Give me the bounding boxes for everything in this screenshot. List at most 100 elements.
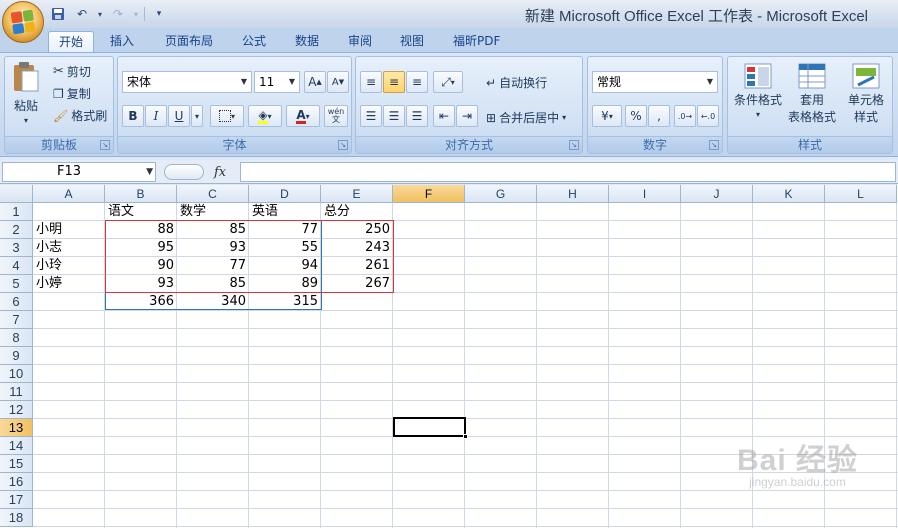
tab-foxit-pdf[interactable]: 福昕PDF <box>443 31 510 52</box>
cell-d5[interactable]: 89 <box>249 275 321 293</box>
row-header-7[interactable]: 7 <box>0 311 33 329</box>
row-header-2[interactable]: 2 <box>0 221 33 239</box>
cell-d1[interactable]: 英语 <box>249 203 321 221</box>
redo-dropdown-icon[interactable]: ▾ <box>132 5 140 23</box>
increase-indent-button[interactable]: ⇥ <box>456 105 478 127</box>
alignment-launcher-icon[interactable]: ↘ <box>569 140 579 150</box>
tab-formulas[interactable]: 公式 <box>232 31 276 52</box>
cell-b3[interactable]: 95 <box>105 239 177 257</box>
row-header-13[interactable]: 13 <box>0 419 33 437</box>
font-name-combo[interactable]: 宋体 ▼ <box>122 71 252 93</box>
column-header-e[interactable]: E <box>321 185 393 203</box>
cell-e3[interactable]: 243 <box>321 239 393 257</box>
redo-icon[interactable]: ↷ <box>108 5 128 23</box>
borders-button[interactable]: ▾ <box>210 105 244 127</box>
cell-c5[interactable]: 85 <box>177 275 249 293</box>
shrink-font-button[interactable]: A ▼ <box>327 71 349 93</box>
select-all-corner[interactable] <box>0 185 33 203</box>
font-launcher-icon[interactable]: ↘ <box>338 140 348 150</box>
cell-b1[interactable]: 语文 <box>105 203 177 221</box>
tab-insert[interactable]: 插入 <box>100 31 144 52</box>
cell-c3[interactable]: 93 <box>177 239 249 257</box>
cell-a2[interactable]: 小明 <box>33 221 105 239</box>
orientation-button[interactable]: ⤢ ▾ <box>433 71 463 93</box>
align-center-button[interactable]: ☰ <box>383 105 405 127</box>
tab-home[interactable]: 开始 <box>48 31 95 52</box>
cell-e1[interactable]: 总分 <box>321 203 393 221</box>
font-size-combo[interactable]: 11 ▼ <box>254 71 300 93</box>
row-header-12[interactable]: 12 <box>0 401 33 419</box>
bold-button[interactable]: B <box>122 105 144 127</box>
cell-a5[interactable]: 小婷 <box>33 275 105 293</box>
align-bottom-button[interactable]: ≡ <box>406 71 428 93</box>
cell-d6[interactable]: 315 <box>249 293 321 311</box>
wrap-text-button[interactable]: ↵ 自动换行 <box>486 74 547 91</box>
cell-b5[interactable]: 93 <box>105 275 177 293</box>
row-header-9[interactable]: 9 <box>0 347 33 365</box>
cell-styles-button[interactable]: 单元格 样式 <box>840 63 892 125</box>
cell-c4[interactable]: 77 <box>177 257 249 275</box>
row-header-3[interactable]: 3 <box>0 239 33 257</box>
column-header-d[interactable]: D <box>249 185 321 203</box>
formula-input[interactable] <box>240 162 896 182</box>
align-top-button[interactable]: ≡ <box>360 71 382 93</box>
cell-c2[interactable]: 85 <box>177 221 249 239</box>
column-header-b[interactable]: B <box>105 185 177 203</box>
row-header-5[interactable]: 5 <box>0 275 33 293</box>
paste-button[interactable]: 粘贴 ▾ <box>11 61 41 125</box>
column-header-h[interactable]: H <box>537 185 609 203</box>
format-painter-button[interactable]: 🖌 格式刷 <box>53 107 107 124</box>
decrease-indent-button[interactable]: ⇤ <box>433 105 455 127</box>
format-as-table-button[interactable]: 套用 表格格式 <box>786 63 838 125</box>
spreadsheet-grid[interactable]: ABCDEFGHIJKL 1 2 3 4 5 6 7 8 9 10 11 12 13 14 15 16 17 18… <box>0 185 898 528</box>
column-header-f[interactable]: F <box>393 185 465 203</box>
tab-data[interactable]: 数据 <box>285 31 329 52</box>
tab-view[interactable]: 视图 <box>390 31 434 52</box>
grow-font-button[interactable]: A ▲ <box>304 71 326 93</box>
column-header-l[interactable]: L <box>825 185 897 203</box>
cell-e5[interactable]: 267 <box>321 275 393 293</box>
row-header-8[interactable]: 8 <box>0 329 33 347</box>
underline-button[interactable]: U <box>168 105 190 127</box>
align-middle-button[interactable]: ≡ <box>383 71 405 93</box>
row-header-11[interactable]: 11 <box>0 383 33 401</box>
office-button[interactable] <box>2 1 44 43</box>
tab-review[interactable]: 审阅 <box>338 31 382 52</box>
column-header-i[interactable]: I <box>609 185 681 203</box>
cell-a4[interactable]: 小玲 <box>33 257 105 275</box>
row-header-10[interactable]: 10 <box>0 365 33 383</box>
name-box[interactable]: F13 ▼ <box>2 162 156 182</box>
cut-button[interactable]: ✂ 剪切 <box>53 63 91 80</box>
fill-color-button[interactable]: ◈ ▾ <box>248 105 282 127</box>
number-launcher-icon[interactable]: ↘ <box>709 140 719 150</box>
number-format-combo[interactable]: 常规 ▼ <box>592 71 718 93</box>
row-header-16[interactable]: 16 <box>0 473 33 491</box>
row-header-14[interactable]: 14 <box>0 437 33 455</box>
column-header-j[interactable]: J <box>681 185 753 203</box>
column-header-a[interactable]: A <box>33 185 105 203</box>
merge-center-button[interactable]: ⊞ 合并后居中 ▾ <box>486 109 566 126</box>
cell-c6[interactable]: 340 <box>177 293 249 311</box>
insert-function-button[interactable]: fx <box>214 165 226 180</box>
save-icon[interactable] <box>48 5 68 23</box>
currency-button[interactable]: ¥ ▾ <box>592 105 622 127</box>
clipboard-launcher-icon[interactable]: ↘ <box>100 140 110 150</box>
row-header-15[interactable]: 15 <box>0 455 33 473</box>
cell-d4[interactable]: 94 <box>249 257 321 275</box>
align-left-button[interactable]: ☰ <box>360 105 382 127</box>
active-cell-f13[interactable] <box>393 417 468 439</box>
conditional-formatting-button[interactable]: 条件格式 ▾ <box>732 63 784 119</box>
cell-e2[interactable]: 250 <box>321 221 393 239</box>
row-header-1[interactable]: 1 <box>0 203 33 221</box>
copy-button[interactable]: ❐ 复制 <box>53 85 91 102</box>
font-color-button[interactable]: A ▾ <box>286 105 320 127</box>
cell-b4[interactable]: 90 <box>105 257 177 275</box>
italic-button[interactable]: I <box>145 105 167 127</box>
cell-d3[interactable]: 55 <box>249 239 321 257</box>
row-header-6[interactable]: 6 <box>0 293 33 311</box>
cell-c1[interactable]: 数学 <box>177 203 249 221</box>
column-header-c[interactable]: C <box>177 185 249 203</box>
cell-e4[interactable]: 261 <box>321 257 393 275</box>
tab-page-layout[interactable]: 页面布局 <box>155 31 223 52</box>
phonetic-guide-button[interactable]: wén 文 <box>324 105 348 127</box>
